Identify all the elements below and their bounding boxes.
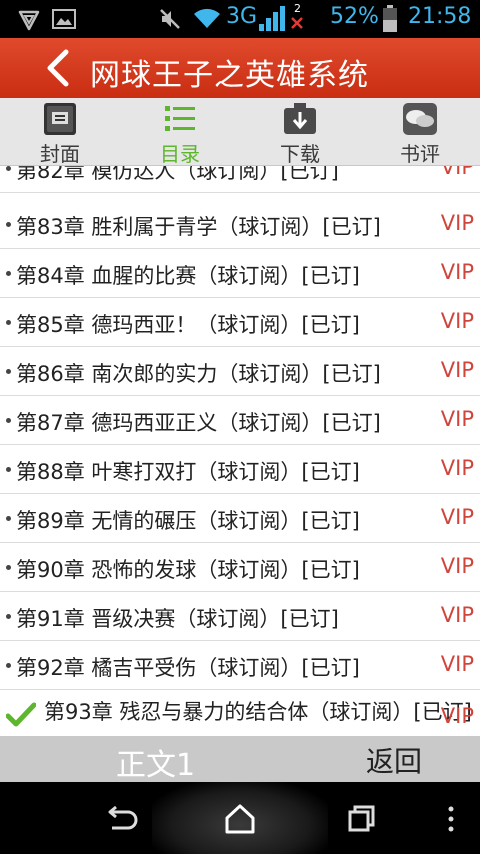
- current-chapter-button[interactable]: 正文1: [116, 740, 195, 784]
- chapter-row[interactable]: 第83章 胜利属于青学（球订阅）[已订] VIP: [0, 200, 480, 249]
- vip-badge: VIP: [440, 603, 474, 627]
- bullet-dot: [6, 369, 11, 374]
- chapter-row[interactable]: 第85章 德玛西亚！（球订阅）[已订] VIP: [0, 298, 480, 347]
- chapter-list[interactable]: 第82章 模仿达人（球订阅）[已订] VIP 第83章 胜利属于青学（球订阅）[…: [0, 166, 480, 736]
- menu-dots-icon[interactable]: [436, 802, 466, 836]
- chapter-row[interactable]: 第86章 南次郎的实力（球订阅）[已订] VIP: [0, 347, 480, 396]
- chapter-row[interactable]: 第91章 晋级决赛（球订阅）[已订] VIP: [0, 592, 480, 641]
- vip-badge: VIP: [440, 166, 474, 179]
- bottom-bar: 正文1 返回: [0, 736, 480, 784]
- notification-count: 2: [294, 2, 301, 15]
- signal-icon: [259, 6, 285, 31]
- vip-badge: VIP: [440, 554, 474, 578]
- vip-badge: VIP: [440, 260, 474, 284]
- list-icon: [165, 106, 195, 131]
- title-bar: 网球王子之英雄系统: [0, 38, 480, 98]
- chapter-row[interactable]: 第89章 无情的碾压（球订阅）[已订] VIP: [0, 494, 480, 543]
- checkmark-icon: [6, 702, 36, 727]
- tab-label: 书评: [400, 142, 440, 166]
- back-chevron-icon[interactable]: [38, 48, 78, 88]
- chapter-row[interactable]: 第90章 恐怖的发球（球订阅）[已订] VIP: [0, 543, 480, 592]
- chapter-row[interactable]: 第84章 血腥的比赛（球订阅）[已订] VIP: [0, 249, 480, 298]
- bullet-dot: [6, 418, 11, 423]
- mute-icon: [160, 9, 180, 29]
- wifi-icon: [194, 8, 220, 28]
- chapter-row[interactable]: 第87章 德玛西亚正义（球订阅）[已订] VIP: [0, 396, 480, 445]
- chapter-title: 第83章 胜利属于青学（球订阅）[已订]: [16, 215, 381, 239]
- page-title: 网球王子之英雄系统: [90, 58, 369, 93]
- chapter-row[interactable]: 第88章 叶寒打双打（球订阅）[已订] VIP: [0, 445, 480, 494]
- tab-download[interactable]: 下载: [240, 98, 360, 166]
- vip-badge: VIP: [440, 407, 474, 431]
- chapter-title: 第85章 德玛西亚！（球订阅）[已订]: [16, 313, 360, 337]
- tab-comments[interactable]: 书评: [360, 98, 480, 166]
- recent-apps-icon[interactable]: [344, 802, 378, 836]
- tab-label: 目录: [160, 142, 200, 166]
- chapter-title: 第93章 残忍与暴力的结合体（球订阅）[已订]: [44, 700, 472, 724]
- chapter-title: 第88章 叶寒打双打（球订阅）[已订]: [16, 460, 360, 484]
- chapter-title: 第84章 血腥的比赛（球订阅）[已订]: [16, 264, 360, 288]
- battery-icon: [383, 5, 397, 32]
- chapter-title: 第90章 恐怖的发球（球订阅）[已订]: [16, 558, 360, 582]
- vip-badge: VIP: [440, 309, 474, 333]
- bullet-dot: [6, 271, 11, 276]
- status-bar: 3G 2 52% 21:58: [0, 0, 480, 38]
- battery-percent: 52%: [330, 4, 379, 29]
- chapter-title: 第87章 德玛西亚正义（球订阅）[已订]: [16, 411, 381, 435]
- bullet-dot: [6, 614, 11, 619]
- comment-bubbles-icon: [403, 103, 437, 135]
- vip-badge: VIP: [440, 704, 474, 728]
- bullet-dot: [6, 222, 11, 227]
- tab-bar: 封面 目录 下载 书评: [0, 98, 480, 166]
- vip-badge: VIP: [440, 358, 474, 382]
- chapter-title: 第92章 橘吉平受伤（球订阅）[已订]: [16, 656, 360, 680]
- bullet-dot: [6, 467, 11, 472]
- tab-label: 封面: [40, 142, 80, 166]
- bullet-dot: [6, 516, 11, 521]
- system-nav-bar: [0, 782, 480, 854]
- vip-badge: VIP: [440, 505, 474, 529]
- vip-badge: VIP: [440, 652, 474, 676]
- chapter-title: 第91章 晋级决赛（球订阅）[已订]: [16, 607, 339, 631]
- chapter-title: 第82章 模仿达人（球订阅）[已订]: [16, 166, 339, 183]
- bullet-dot: [6, 320, 11, 325]
- tab-cover[interactable]: 封面: [0, 98, 120, 166]
- return-button[interactable]: 返回: [366, 740, 422, 780]
- back-arrow-icon[interactable]: [104, 802, 138, 836]
- tab-label: 下载: [280, 142, 320, 166]
- shield-v-icon: [18, 10, 40, 31]
- bullet-dot: [6, 565, 11, 570]
- chapter-title: 第89章 无情的碾压（球订阅）[已订]: [16, 509, 360, 533]
- cover-book-icon: [44, 103, 76, 135]
- download-icon: [284, 103, 316, 134]
- clock: 21:58: [408, 4, 472, 29]
- missed-x-icon: [291, 17, 303, 29]
- vip-badge: VIP: [440, 211, 474, 235]
- network-type: 3G: [226, 4, 258, 29]
- chapter-row-current[interactable]: 第93章 残忍与暴力的结合体（球订阅）[已订] VIP: [0, 690, 480, 736]
- chapter-row[interactable]: 第82章 模仿达人（球订阅）[已订] VIP: [0, 166, 480, 193]
- bullet-dot: [6, 166, 11, 171]
- tab-catalog[interactable]: 目录: [120, 98, 240, 166]
- bullet-dot: [6, 663, 11, 668]
- chapter-title: 第86章 南次郎的实力（球订阅）[已订]: [16, 362, 381, 386]
- chapter-row[interactable]: 第92章 橘吉平受伤（球订阅）[已订] VIP: [0, 641, 480, 690]
- vip-badge: VIP: [440, 456, 474, 480]
- image-icon: [52, 9, 76, 29]
- home-icon[interactable]: [223, 802, 257, 836]
